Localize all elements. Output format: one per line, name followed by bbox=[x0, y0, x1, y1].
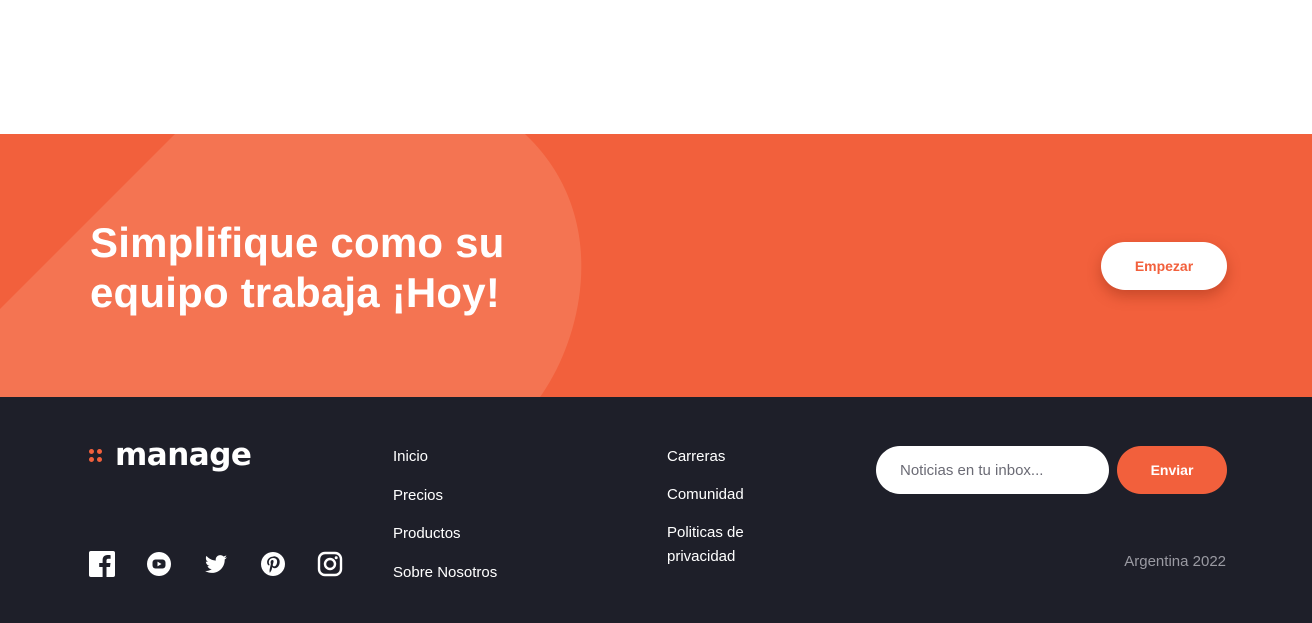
footer-link-sobre-nosotros[interactable]: Sobre Nosotros bbox=[393, 564, 497, 603]
footer-link-precios[interactable]: Precios bbox=[393, 487, 497, 526]
footer-link-privacidad[interactable]: Politicas de privacidad bbox=[667, 521, 777, 569]
cta-banner: Simplifique como su equipo trabaja ¡Hoy!… bbox=[0, 134, 1312, 397]
footer: manage Inicio Precios Productos Sobre No… bbox=[0, 397, 1312, 623]
logo-mark-icon bbox=[89, 446, 107, 464]
facebook-icon[interactable] bbox=[89, 551, 115, 577]
newsletter-form: Enviar bbox=[876, 446, 1227, 494]
youtube-icon[interactable] bbox=[146, 551, 172, 577]
instagram-icon[interactable] bbox=[317, 551, 343, 577]
cta-title: Simplifique como su equipo trabaja ¡Hoy! bbox=[90, 219, 505, 316]
pinterest-icon[interactable] bbox=[260, 551, 286, 577]
logo[interactable]: manage bbox=[89, 437, 252, 473]
social-links bbox=[89, 551, 343, 577]
footer-link-productos[interactable]: Productos bbox=[393, 525, 497, 564]
footer-link-inicio[interactable]: Inicio bbox=[393, 448, 497, 487]
footer-nav-primary: Inicio Precios Productos Sobre Nosotros bbox=[393, 448, 497, 602]
newsletter-email-input[interactable] bbox=[876, 446, 1109, 494]
footer-nav-secondary: Carreras Comunidad Politicas de privacid… bbox=[667, 448, 777, 589]
newsletter-submit-button[interactable]: Enviar bbox=[1117, 446, 1227, 494]
footer-link-comunidad[interactable]: Comunidad bbox=[667, 486, 777, 504]
logo-text: manage bbox=[115, 437, 252, 473]
get-started-button[interactable]: Empezar bbox=[1101, 242, 1227, 290]
footer-link-carreras[interactable]: Carreras bbox=[667, 448, 777, 466]
copyright-text: Argentina 2022 bbox=[1124, 553, 1226, 570]
top-blank-area bbox=[0, 0, 1312, 134]
twitter-icon[interactable] bbox=[203, 551, 229, 577]
